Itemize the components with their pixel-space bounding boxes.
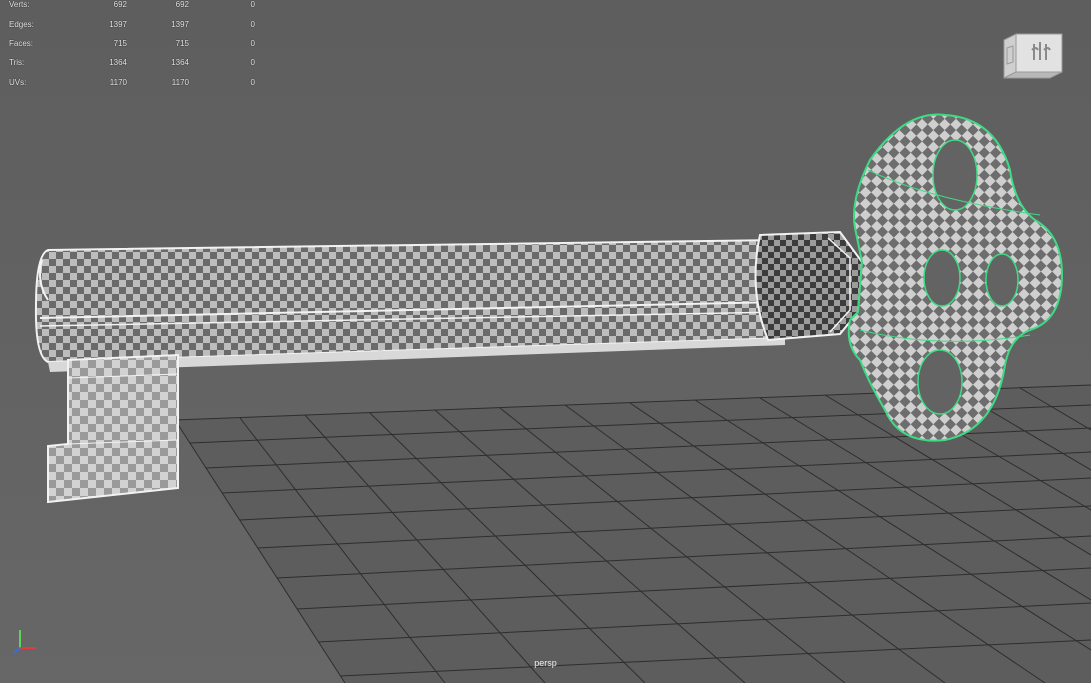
- hud-row-uvs: UVs: 1170 1170 0: [9, 73, 255, 92]
- camera-name-label: persp: [534, 658, 557, 668]
- axis-gizmo-icon: [13, 628, 40, 654]
- hud-label: Tris:: [9, 58, 25, 68]
- hud-row-verts: Verts: 692 692 0: [9, 0, 255, 14]
- key-shaft[interactable]: [34, 238, 787, 372]
- hud-value: 715: [113, 38, 127, 48]
- hud-row-tris: Tris: 1364 1364 0: [9, 53, 255, 72]
- hud-value: 692: [175, 0, 189, 10]
- maya-viewport[interactable]: Verts: 692 692 0 Edges: 1397 1397 0 Face…: [0, 0, 1091, 683]
- scene-canvas[interactable]: [0, 0, 1091, 683]
- hud-value: 0: [250, 38, 255, 48]
- hud-value: 1397: [171, 19, 189, 29]
- key-collar[interactable]: [754, 230, 864, 342]
- hud-value: 1170: [171, 77, 189, 87]
- key-bit[interactable]: [47, 353, 179, 504]
- hud-label: Verts:: [9, 0, 30, 10]
- hud-label: UVs:: [9, 77, 27, 87]
- hud-value: 715: [175, 38, 189, 48]
- hud-value: 0: [250, 0, 255, 10]
- hud-row-edges: Edges: 1397 1397 0: [9, 14, 255, 33]
- hud-row-faces: Faces: 715 715 0: [9, 34, 255, 53]
- hud-value: 1364: [109, 58, 127, 68]
- hud-value: 1397: [109, 19, 127, 29]
- hud-value: 0: [250, 58, 255, 68]
- hud-value: 0: [250, 19, 255, 29]
- hud-value: 1170: [109, 77, 127, 87]
- hud-value: 692: [113, 0, 127, 10]
- hud-label: Edges:: [9, 19, 34, 29]
- hud-value: 1364: [171, 58, 189, 68]
- hud-label: Faces:: [9, 38, 34, 48]
- view-cube-icon[interactable]: [1002, 32, 1064, 80]
- hud-value: 0: [250, 77, 255, 87]
- poly-count-hud: Verts: 692 692 0 Edges: 1397 1397 0 Face…: [9, 0, 255, 92]
